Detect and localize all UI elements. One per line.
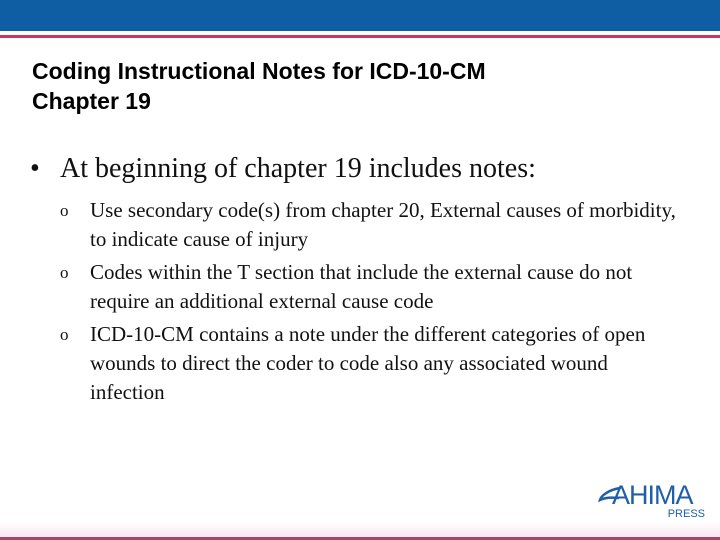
header-accent-rule	[0, 35, 720, 38]
sub-bullet-text: Use secondary code(s) from chapter 20, E…	[90, 198, 676, 251]
logo-brand: AHIMA	[612, 480, 694, 510]
sub-bullet-text: ICD-10-CM contains a note under the diff…	[90, 322, 646, 404]
sub-bullet-marker: o	[60, 263, 69, 282]
slide-title-line-1: Coding Instructional Notes for ICD-10-CM	[32, 58, 486, 84]
bullet-text: At beginning of chapter 19 includes note…	[60, 153, 536, 184]
bullet-list: • At beginning of chapter 19 includes no…	[30, 152, 700, 411]
sub-bullet-item: o Codes within the T section that includ…	[60, 258, 700, 316]
footer-fade	[0, 522, 720, 537]
bullet-item: • At beginning of chapter 19 includes no…	[30, 152, 700, 186]
sub-bullet-marker: o	[60, 325, 69, 344]
logo-press: PRESS	[667, 508, 705, 520]
slide-title-line-2: Chapter 19	[32, 88, 151, 114]
bullet-marker: •	[30, 153, 40, 184]
sub-bullet-item: o ICD-10-CM contains a note under the di…	[60, 320, 700, 407]
sub-bullet-text: Codes within the T section that include …	[90, 260, 633, 313]
sub-bullet-marker: o	[60, 201, 69, 220]
sub-bullet-list: o Use secondary code(s) from chapter 20,…	[60, 196, 700, 407]
slide-title: Coding Instructional Notes for ICD-10-CM…	[32, 56, 672, 116]
sub-bullet-item: o Use secondary code(s) from chapter 20,…	[60, 196, 700, 254]
header-bar	[0, 0, 720, 31]
